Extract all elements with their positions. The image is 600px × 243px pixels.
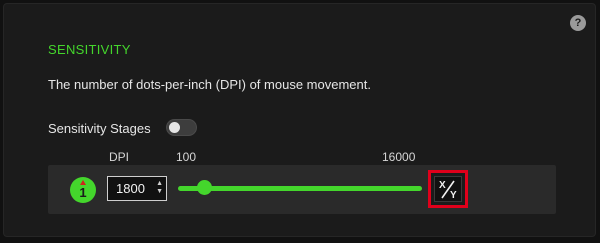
sensitivity-panel: ? SENSITIVITY The number of dots-per-inc…	[3, 3, 596, 237]
slider-max-label: 16000	[382, 150, 416, 164]
help-icon[interactable]: ?	[570, 15, 586, 31]
section-title: SENSITIVITY	[48, 42, 131, 57]
section-description: The number of dots-per-inch (DPI) of mou…	[48, 77, 371, 92]
active-stage-arrow-icon	[80, 180, 86, 185]
spin-up-icon[interactable]: ▲	[156, 180, 163, 188]
toggle-knob	[169, 122, 180, 133]
xy-icon: X Y	[434, 176, 462, 202]
dpi-slider-thumb[interactable]	[196, 180, 212, 195]
dpi-stage-row: 1 1800 ▲ ▼ X Y	[48, 165, 556, 214]
stage-number-badge[interactable]: 1	[70, 177, 96, 203]
sensitivity-stages-toggle[interactable]	[166, 119, 197, 136]
dpi-value: 1800	[116, 181, 145, 196]
dpi-slider-track[interactable]	[178, 186, 422, 191]
xy-sensitivity-button[interactable]: X Y	[428, 170, 468, 208]
y-glyph: Y	[450, 190, 457, 201]
stage-number: 1	[79, 185, 87, 200]
sensitivity-stages-label: Sensitivity Stages	[48, 121, 151, 136]
dpi-spinner: ▲ ▼	[156, 180, 163, 196]
dpi-column-header: DPI	[109, 150, 130, 164]
spin-down-icon[interactable]: ▼	[156, 188, 163, 196]
dpi-value-input[interactable]: 1800 ▲ ▼	[107, 176, 167, 201]
x-glyph: X	[439, 180, 446, 191]
slider-min-label: 100	[176, 150, 197, 164]
